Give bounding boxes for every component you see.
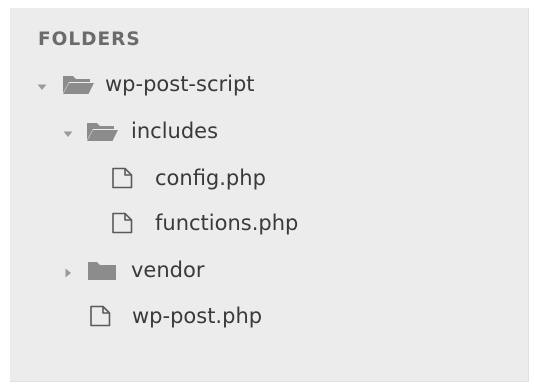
tree-item-label: wp-post.php <box>132 304 263 328</box>
folders-header: FOLDERS <box>38 29 141 50</box>
file-icon <box>110 212 134 238</box>
file-icon <box>88 305 112 331</box>
tree-item-vendor[interactable]: vendor <box>62 255 242 285</box>
folder-open-icon <box>62 74 95 99</box>
tree-item-label: includes <box>131 119 219 143</box>
tree-item-config-php[interactable]: config.php <box>110 163 330 193</box>
tree-item-label: vendor <box>131 258 205 282</box>
caret-right-icon[interactable] <box>62 264 74 278</box>
folder-open-icon <box>86 121 119 146</box>
caret-down-icon[interactable] <box>36 78 48 90</box>
tree-item-label: wp-post-script <box>105 72 255 96</box>
tree-item-label: config.php <box>155 166 266 190</box>
file-icon <box>110 167 134 193</box>
tree-item-includes[interactable]: includes <box>62 116 262 146</box>
tree-item-label: functions.php <box>155 211 299 235</box>
tree-item-wp-post-php[interactable]: wp-post.php <box>88 301 308 331</box>
folder-icon <box>86 260 119 285</box>
tree-item-wp-post-script[interactable]: wp-post-script <box>36 69 296 99</box>
tree-item-functions-php[interactable]: functions.php <box>110 208 350 238</box>
caret-down-icon[interactable] <box>62 125 74 137</box>
sidebar-panel: FOLDERS wp-post-script includes config.p… <box>10 8 529 382</box>
